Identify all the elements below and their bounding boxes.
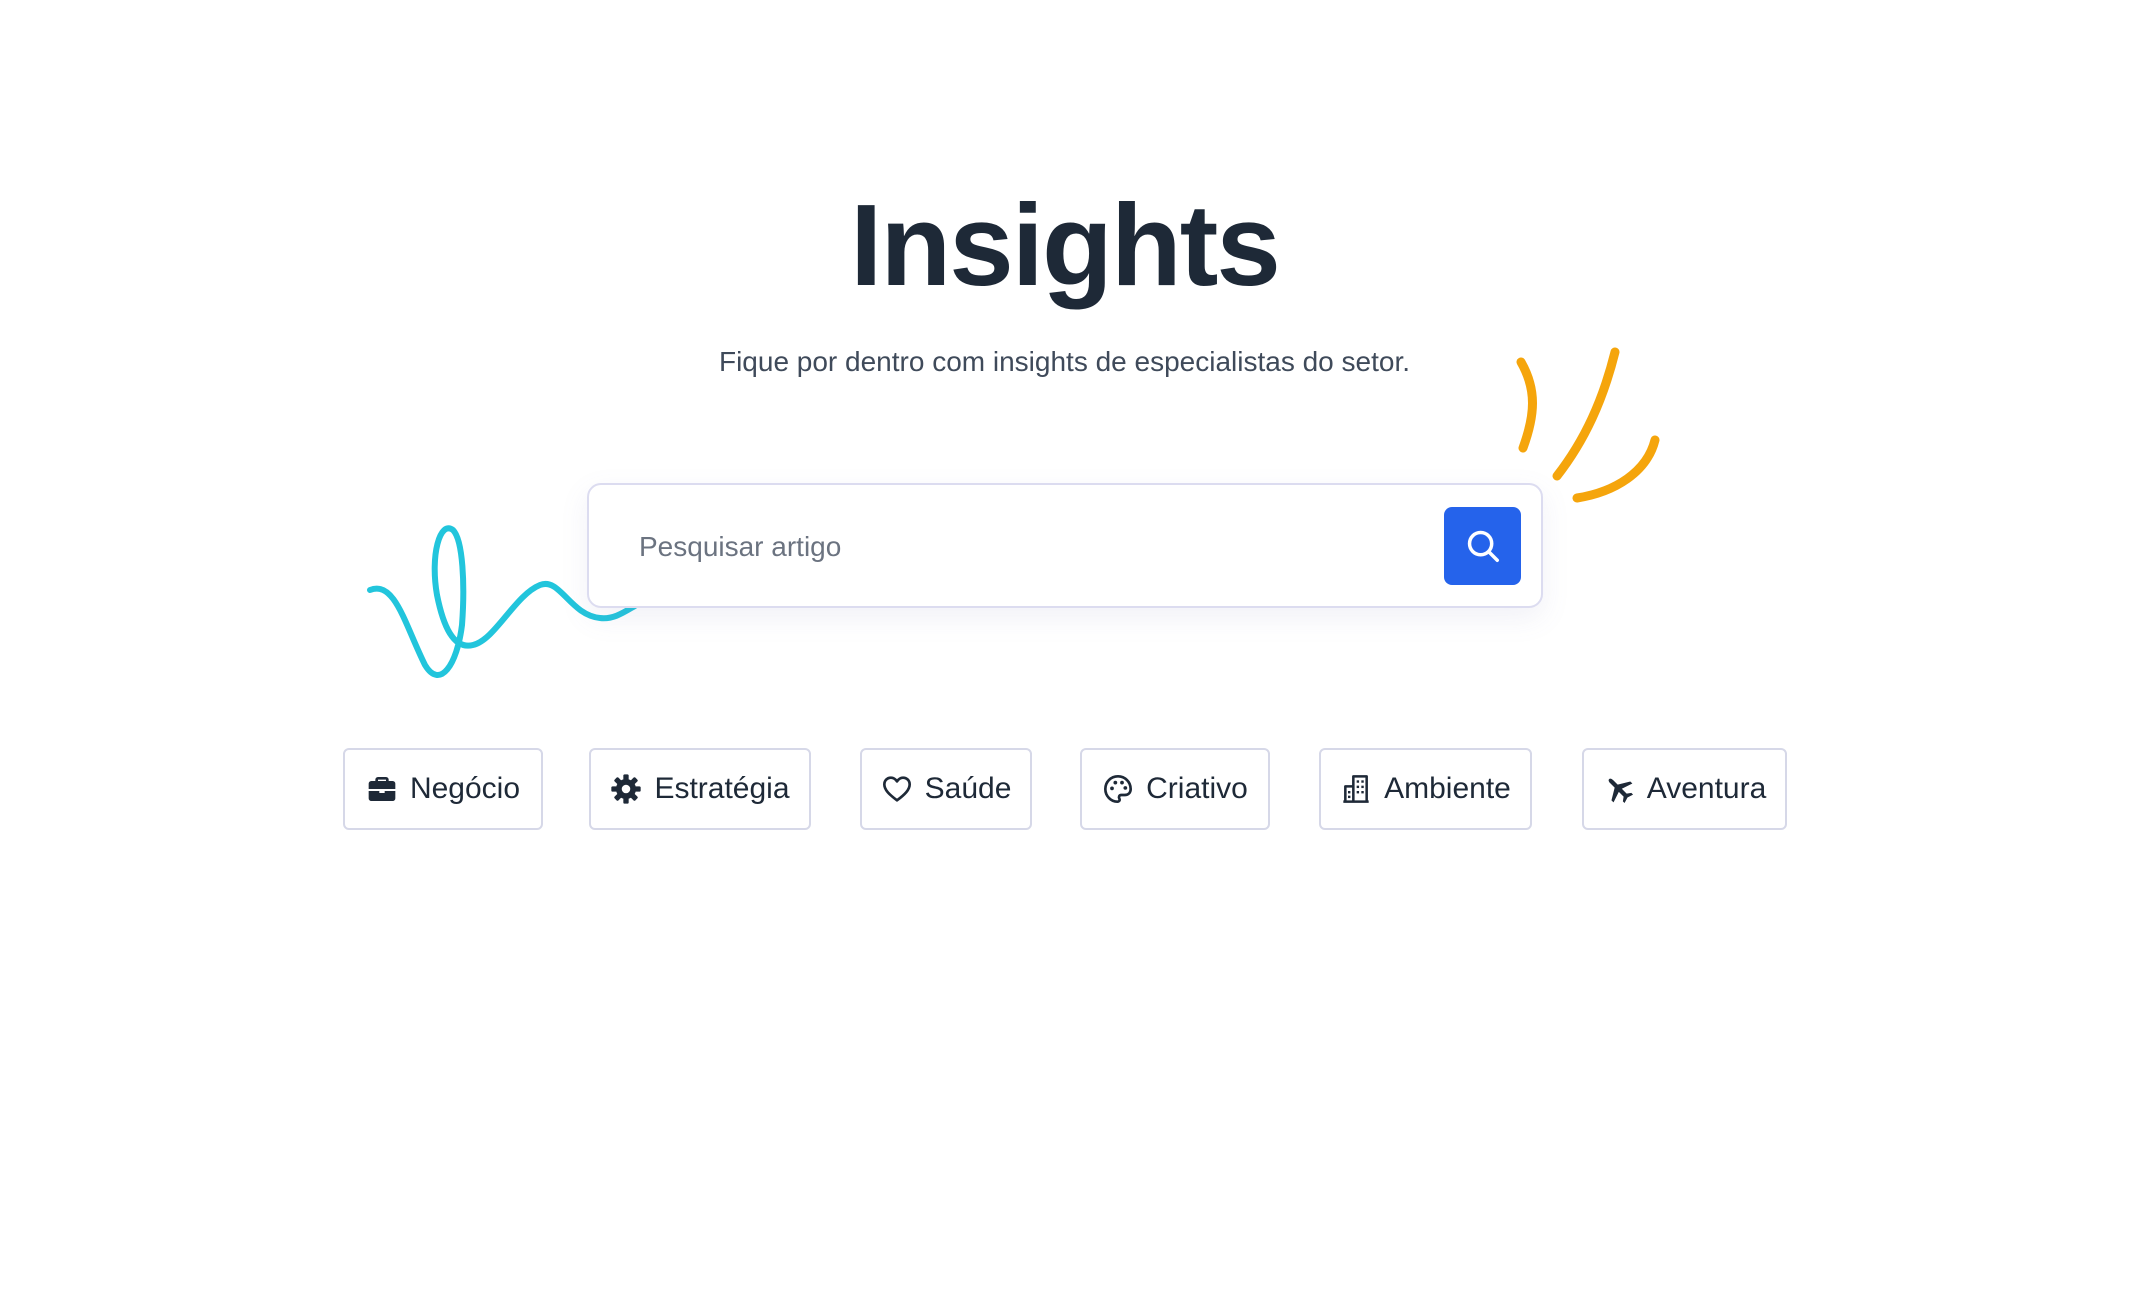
page-subtitle: Fique por dentro com insights de especia… <box>718 346 1411 377</box>
search-button[interactable] <box>1444 507 1521 585</box>
category-chip-label: Saúde <box>924 772 1012 805</box>
category-chip-estrategia[interactable]: Estratégia <box>589 748 811 830</box>
palette-icon <box>1102 773 1134 805</box>
heart-icon <box>881 773 913 805</box>
building-icon <box>1340 773 1372 805</box>
search-input[interactable] <box>639 517 1419 577</box>
category-chip-aventura[interactable]: Aventura <box>1582 748 1787 830</box>
category-chip-label: Criativo <box>1146 772 1248 805</box>
briefcase-icon <box>366 773 398 805</box>
category-chip-label: Estratégia <box>654 772 790 805</box>
category-filters: Negócio Estratégia Saúde Criativo Ambien… <box>0 748 2129 830</box>
category-chip-label: Aventura <box>1646 772 1767 805</box>
search-bar <box>587 483 1543 608</box>
category-chip-saude[interactable]: Saúde <box>860 748 1032 830</box>
airplane-icon <box>1603 773 1635 805</box>
category-chip-label: Negócio <box>409 772 521 805</box>
gear-icon <box>610 773 642 805</box>
page: Insights Fique por dentro com insights d… <box>0 0 2129 1305</box>
category-chip-ambiente[interactable]: Ambiente <box>1319 748 1532 830</box>
category-chip-label: Ambiente <box>1384 772 1511 805</box>
page-title: Insights <box>850 180 1281 310</box>
search-icon <box>1467 530 1499 562</box>
category-chip-negocio[interactable]: Negócio <box>343 748 543 830</box>
category-chip-criativo[interactable]: Criativo <box>1080 748 1270 830</box>
